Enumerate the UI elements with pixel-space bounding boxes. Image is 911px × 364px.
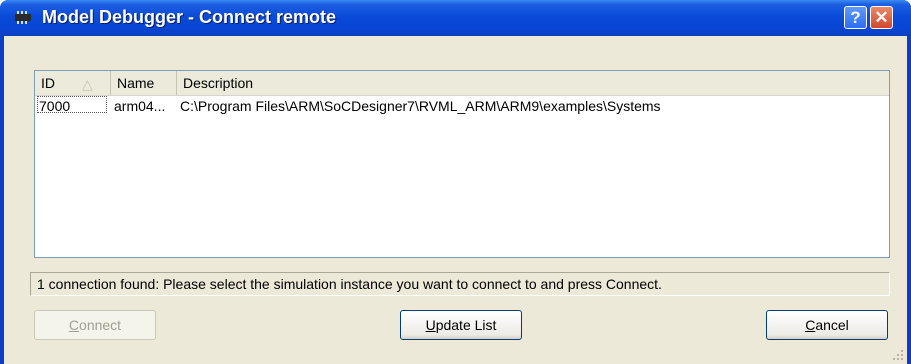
title-bar[interactable]: Model Debugger - Connect remote ? ✕ xyxy=(0,0,911,36)
dialog-window: Model Debugger - Connect remote ? ✕ ID △… xyxy=(0,0,911,364)
update-list-button[interactable]: Update List xyxy=(400,310,522,340)
connections-list[interactable]: ID △ Name Description 7000 arm04... C:\P… xyxy=(34,70,890,258)
column-header-description-label: Description xyxy=(183,75,254,91)
dialog-client-area: ID △ Name Description 7000 arm04... C:\P… xyxy=(4,36,907,364)
list-header: ID △ Name Description xyxy=(35,71,889,96)
cancel-button[interactable]: Cancel xyxy=(766,310,888,340)
close-button[interactable]: ✕ xyxy=(870,6,893,29)
chip-icon xyxy=(15,11,31,24)
column-header-id-label: ID xyxy=(41,75,55,91)
list-item[interactable]: 7000 arm04... C:\Program Files\ARM\SoCDe… xyxy=(35,96,889,116)
column-header-name-label: Name xyxy=(117,75,155,91)
sort-ascending-icon: △ xyxy=(82,76,93,92)
column-header-name[interactable]: Name xyxy=(111,71,177,95)
cancel-button-label: ancel xyxy=(815,317,849,333)
window-title: Model Debugger - Connect remote xyxy=(42,7,337,27)
status-text: 1 connection found: Please select the si… xyxy=(30,272,890,296)
help-button[interactable]: ? xyxy=(844,6,867,29)
cell-name: arm04... xyxy=(114,98,166,114)
update-list-button-label: pdate List xyxy=(435,317,497,333)
connect-button-label: onnect xyxy=(79,317,122,333)
help-icon: ? xyxy=(850,7,861,27)
cancel-button-mnemonic: C xyxy=(805,317,816,333)
close-icon: ✕ xyxy=(874,7,889,27)
resize-grip-icon[interactable] xyxy=(890,347,904,361)
column-header-description[interactable]: Description xyxy=(177,71,889,95)
cell-description: C:\Program Files\ARM\SoCDesigner7\RVML_A… xyxy=(180,98,661,114)
column-header-id[interactable]: ID △ xyxy=(35,71,111,95)
cell-id: 7000 xyxy=(37,96,107,113)
connect-button[interactable]: Connect xyxy=(34,310,156,340)
update-list-button-mnemonic: U xyxy=(425,317,436,333)
connect-button-mnemonic: C xyxy=(68,317,80,333)
